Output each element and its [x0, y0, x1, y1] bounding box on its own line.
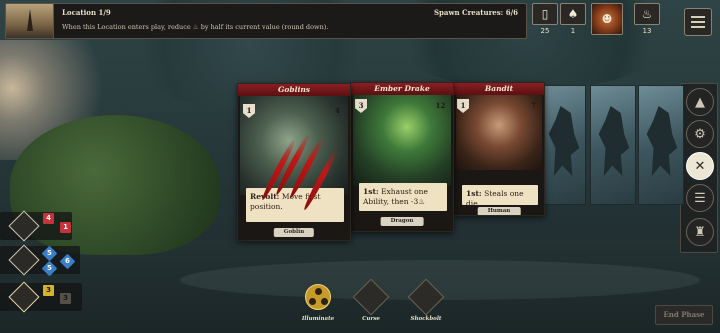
red-die[interactable]: 4: [43, 213, 54, 224]
end-phase-button[interactable]: End Phase: [655, 305, 713, 325]
card-type: Human: [477, 207, 521, 215]
scroll-icon[interactable]: ☰: [686, 184, 714, 212]
health-value: 12: [435, 101, 446, 110]
ability-label: Curse: [362, 316, 380, 322]
facedown-creature-card[interactable]: [638, 85, 684, 205]
location-description-part1: When this Location enters play, reduce: [62, 23, 191, 31]
location-bar: Location 1/9 When this Location enters p…: [5, 3, 527, 39]
health-heart-icon: 7: [526, 99, 541, 114]
crossed-swords-icon[interactable]: ✕: [686, 152, 714, 180]
deck-count: 25: [540, 27, 550, 35]
ability-label: Illuminate: [301, 316, 335, 322]
ability-keyword: 1st:: [466, 189, 482, 198]
location-description: When this Location enters play, reduce ♨…: [62, 23, 518, 31]
ability-illuminate[interactable]: Illuminate: [299, 284, 337, 322]
hamburger-icon: [691, 26, 705, 28]
deck-counter[interactable]: ▯ 25: [530, 3, 560, 39]
creature-card-goblins[interactable]: Goblins 1 4 Revolt: Move first position.…: [237, 83, 351, 241]
discard-counter[interactable]: ♠ 1: [558, 3, 588, 39]
spawn-creatures-counter: Spawn Creatures: 6/6: [433, 8, 518, 17]
armor-icon[interactable]: ♜: [686, 218, 714, 246]
card-type: Goblin: [273, 228, 315, 237]
health-heart-icon: 4: [330, 104, 345, 119]
health-heart-icon: 12: [433, 99, 448, 114]
curse-icon: [352, 278, 390, 316]
menu-button[interactable]: [684, 8, 712, 36]
creature-card-bandit[interactable]: Bandit 1 7 1st: Steals one die. Human: [453, 82, 545, 216]
shadow-beast-art: [646, 106, 678, 176]
ability-shockbolt[interactable]: Shockbolt: [407, 278, 445, 322]
card-ability-text: 1st: Steals one die.: [462, 185, 538, 208]
card-type: Dragon: [380, 217, 424, 226]
hamburger-icon: [691, 21, 705, 23]
discard-pile-icon: ♠: [560, 3, 586, 25]
action-sidebar: ▲ ⚙ ✕ ☰ ♜: [680, 83, 718, 253]
card-deck-icon: ▯: [532, 3, 558, 25]
card-ability-text: 1st: Exhaust one Ability, then -3♨: [359, 183, 447, 211]
facedown-creature-card[interactable]: [540, 85, 586, 205]
camp-tent-icon[interactable]: ▲: [686, 88, 714, 116]
hero-portrait-icon: ☻: [591, 3, 623, 35]
shadow-beast-art: [598, 106, 630, 176]
card-name: Bandit: [454, 83, 544, 95]
card-name: Goblins: [238, 84, 350, 96]
hamburger-icon: [691, 16, 705, 18]
die-value: 5: [47, 249, 52, 257]
torch-icon: ♨: [634, 3, 660, 25]
tower-icon: [27, 9, 33, 31]
torch-icon: ♨: [418, 197, 425, 206]
health-value: 4: [335, 106, 340, 115]
yellow-die[interactable]: 3: [43, 285, 54, 296]
card-name: Ember Drake: [351, 83, 453, 95]
ability-curse[interactable]: Curse: [352, 278, 390, 322]
torch-count: 13: [642, 27, 652, 35]
location-description-part2: by half its current value (round down).: [200, 23, 329, 31]
discard-count: 1: [570, 27, 576, 35]
ability-slot: [299, 284, 337, 310]
ability-keyword: 1st:: [363, 187, 379, 196]
die-value: 6: [65, 257, 70, 265]
red-die[interactable]: 1: [60, 222, 71, 233]
empty-die-slot[interactable]: 3: [60, 293, 71, 304]
health-value: 7: [531, 101, 536, 110]
gears-icon[interactable]: ⚙: [686, 120, 714, 148]
torch-icon: ♨: [192, 23, 199, 31]
creature-card-ember-drake[interactable]: Ember Drake 3 12 1st: Exhaust one Abilit…: [350, 82, 454, 232]
facedown-creature-card[interactable]: [590, 85, 636, 205]
die-value: 5: [47, 264, 52, 272]
torch-counter[interactable]: ♨ 13: [632, 3, 662, 39]
hero-portrait[interactable]: ☻: [590, 3, 624, 39]
shadow-beast-art: [548, 106, 580, 176]
shockbolt-icon: [407, 278, 445, 316]
ability-label: Shockbolt: [410, 316, 442, 322]
location-thumbnail[interactable]: [6, 4, 54, 38]
